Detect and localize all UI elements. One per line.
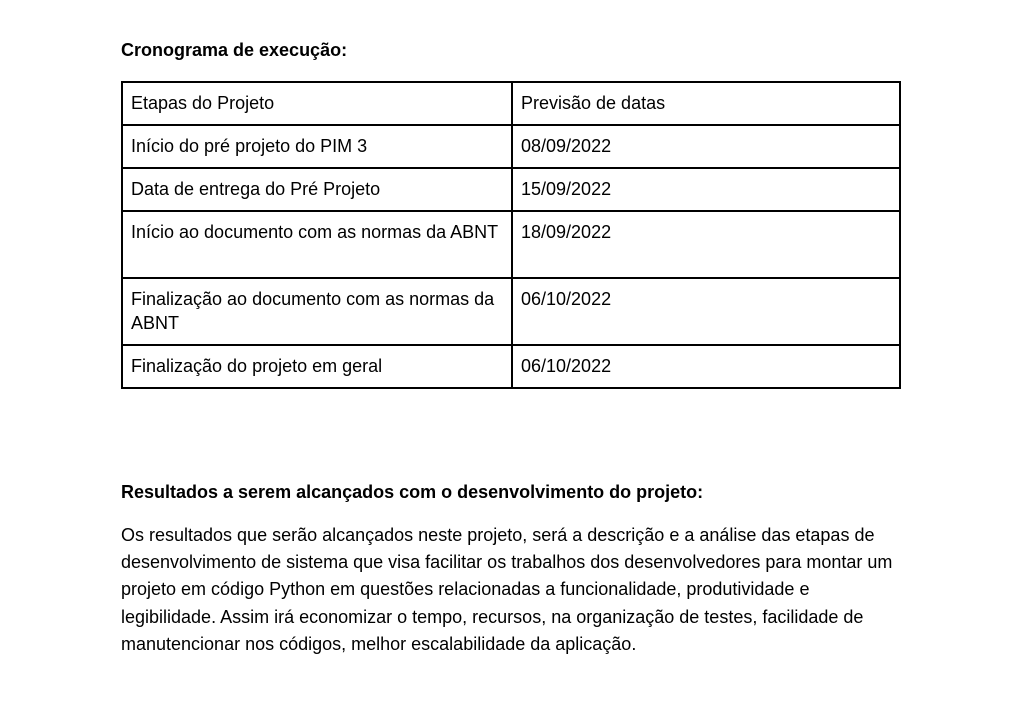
results-heading: Resultados a serem alcançados com o dese… <box>121 482 704 502</box>
date-cell: 08/09/2022 <box>511 124 901 169</box>
schedule-heading: Cronograma de execução: <box>121 40 348 60</box>
stage-cell: Finalização do projeto em geral <box>121 344 513 389</box>
table-header-row: Etapas do Projeto Previsão de datas <box>121 81 901 126</box>
date-cell: 18/09/2022 <box>511 210 901 279</box>
table-row: Finalização do projeto em geral 06/10/20… <box>121 344 901 389</box>
stage-cell: Início do pré projeto do PIM 3 <box>121 124 513 169</box>
date-cell: 06/10/2022 <box>511 344 901 389</box>
table-row: Início do pré projeto do PIM 3 08/09/202… <box>121 124 901 169</box>
table-row: Finalização ao documento com as normas d… <box>121 277 901 346</box>
column-header-date: Previsão de datas <box>511 81 901 126</box>
table-row: Data de entrega do Pré Projeto 15/09/202… <box>121 167 901 212</box>
results-paragraph: Os resultados que serão alcançados neste… <box>121 525 893 654</box>
date-cell: 15/09/2022 <box>511 167 901 212</box>
stage-cell: Início ao documento com as normas da ABN… <box>121 210 513 279</box>
stage-cell: Finalização ao documento com as normas d… <box>121 277 513 346</box>
date-cell: 06/10/2022 <box>511 277 901 346</box>
column-header-stage: Etapas do Projeto <box>121 81 513 126</box>
table-row: Início ao documento com as normas da ABN… <box>121 210 901 279</box>
schedule-table: Etapas do Projeto Previsão de datas Iníc… <box>121 81 901 389</box>
stage-cell: Data de entrega do Pré Projeto <box>121 167 513 212</box>
